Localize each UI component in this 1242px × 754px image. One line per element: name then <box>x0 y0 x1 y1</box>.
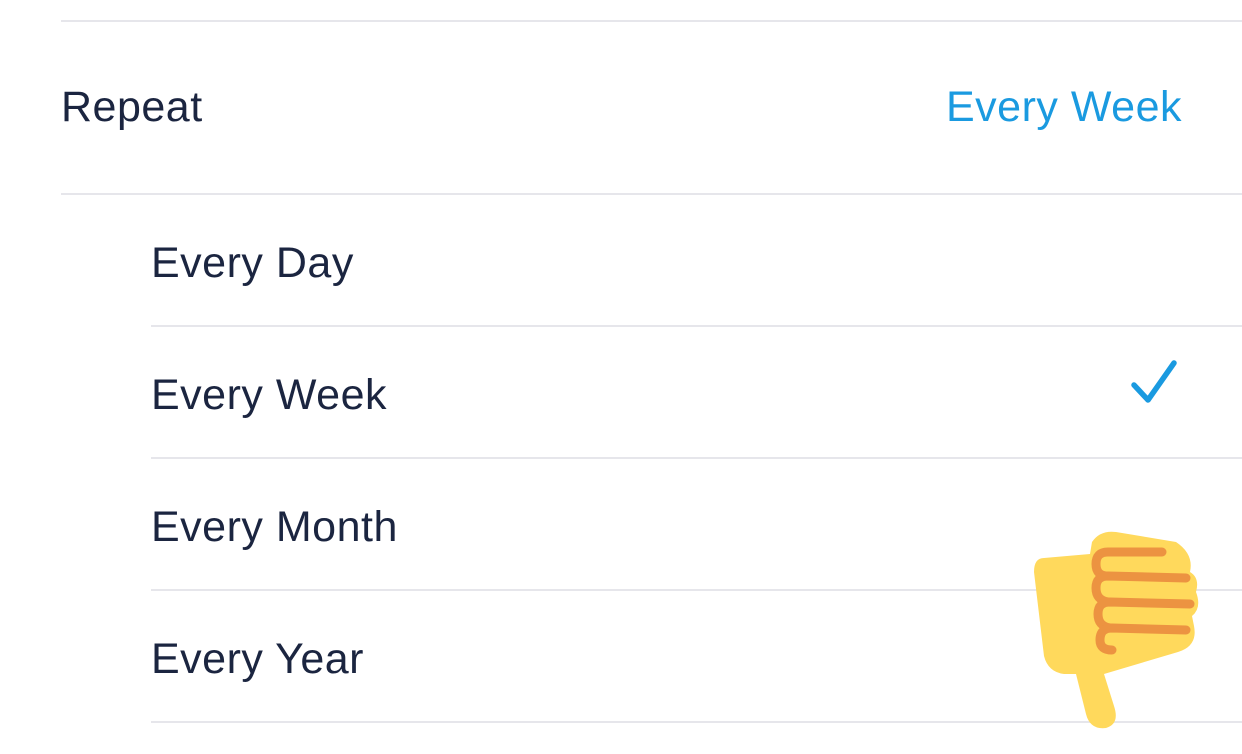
repeat-label: Repeat <box>61 83 203 131</box>
option-label: Every Month <box>151 503 398 551</box>
repeat-value: Every Week <box>946 83 1182 131</box>
repeat-row[interactable]: Repeat Every Week <box>0 22 1242 194</box>
option-label: Every Year <box>151 635 364 683</box>
thumbs-down-icon <box>1034 531 1199 729</box>
option-divider <box>151 457 1242 459</box>
option-label: Every Week <box>151 371 387 419</box>
option-every-week[interactable]: Every Week <box>0 328 1242 459</box>
option-divider <box>151 325 1242 327</box>
option-label: Every Day <box>151 239 354 287</box>
checkmark-icon <box>1131 360 1177 403</box>
option-every-day[interactable]: Every Day <box>0 196 1242 327</box>
